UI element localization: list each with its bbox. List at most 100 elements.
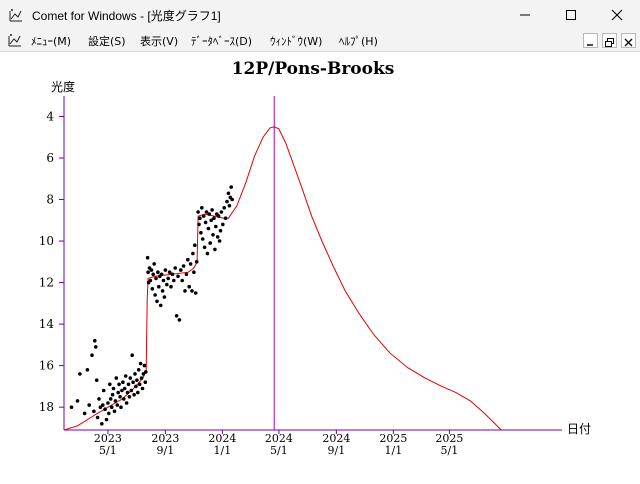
observation-point bbox=[181, 264, 186, 268]
observation-point bbox=[152, 262, 156, 266]
menu-help[interactable]: ﾍﾙﾌﾟ(H) bbox=[339, 33, 378, 49]
y-tick-label: 12 bbox=[39, 276, 54, 290]
observation-point bbox=[194, 260, 199, 264]
observation-point bbox=[100, 422, 104, 426]
menu-view[interactable]: 表示(V) bbox=[140, 33, 178, 49]
observation-point bbox=[208, 241, 212, 245]
observation-point bbox=[206, 226, 211, 231]
observation-point bbox=[146, 270, 150, 274]
x-tick-date-label: 9/1 bbox=[157, 444, 175, 457]
observation-point bbox=[109, 405, 114, 410]
menu-bar: ﾒﾆｭｰ(M) 設定(S) 表示(V) ﾃﾞｰﾀﾍﾞｰｽ(D) ｳｨﾝﾄﾞｳ(W… bbox=[0, 30, 640, 52]
observation-point bbox=[93, 338, 97, 343]
observation-points bbox=[69, 185, 234, 426]
observation-point bbox=[187, 284, 191, 289]
observation-point bbox=[132, 392, 136, 397]
observation-point bbox=[179, 268, 183, 272]
y-tick-label: 16 bbox=[39, 359, 54, 373]
observation-point bbox=[75, 399, 80, 403]
observation-point bbox=[201, 214, 206, 218]
observation-point bbox=[92, 409, 96, 414]
observation-point bbox=[229, 185, 233, 189]
observation-point bbox=[170, 272, 175, 277]
observation-point bbox=[85, 368, 90, 372]
observation-point bbox=[119, 405, 123, 410]
observation-point bbox=[117, 382, 121, 387]
observation-point bbox=[200, 206, 204, 210]
observation-point bbox=[116, 390, 120, 395]
child-close-button[interactable] bbox=[621, 33, 636, 48]
observation-point bbox=[180, 278, 184, 283]
child-restore-button[interactable] bbox=[602, 33, 617, 48]
observation-point bbox=[203, 220, 208, 225]
observation-point bbox=[213, 247, 217, 252]
observation-point bbox=[123, 374, 128, 378]
observation-point bbox=[222, 206, 226, 210]
window-title: Comet for Windows - [光度グラフ1] bbox=[32, 9, 221, 23]
observation-point bbox=[221, 222, 225, 227]
observation-point bbox=[163, 268, 168, 272]
observation-point bbox=[186, 257, 190, 262]
observation-point bbox=[136, 368, 141, 372]
observation-point bbox=[97, 397, 101, 401]
x-tick-date-label: 5/1 bbox=[99, 444, 117, 457]
document-system-menu-icon[interactable] bbox=[8, 33, 22, 47]
observation-point bbox=[177, 318, 182, 322]
observation-point bbox=[192, 270, 196, 274]
maximize-button[interactable] bbox=[548, 0, 594, 30]
observation-point bbox=[154, 276, 158, 281]
observation-point bbox=[144, 370, 148, 374]
y-tick-label: 4 bbox=[46, 109, 54, 123]
observation-point bbox=[172, 278, 176, 283]
chart-axes bbox=[63, 96, 562, 431]
close-icon bbox=[624, 38, 633, 47]
observation-point bbox=[107, 411, 111, 416]
observation-point bbox=[101, 388, 106, 393]
observation-point bbox=[140, 386, 145, 391]
observation-point bbox=[90, 353, 94, 358]
observation-point bbox=[217, 239, 222, 243]
observation-point bbox=[125, 390, 130, 395]
observation-point bbox=[230, 197, 234, 202]
menu-database[interactable]: ﾃﾞｰﾀﾍﾞｰｽ(D) bbox=[191, 33, 252, 49]
comet-app-icon[interactable] bbox=[9, 8, 23, 22]
observation-point bbox=[131, 380, 135, 385]
title-bar: Comet for Windows - [光度グラフ1] bbox=[0, 0, 640, 30]
minimize-button[interactable] bbox=[502, 0, 548, 30]
restore-icon bbox=[605, 38, 614, 47]
x-tick-date-label: 9/1 bbox=[328, 444, 346, 457]
observation-point bbox=[95, 415, 100, 420]
menu-window[interactable]: ｳｨﾝﾄﾞｳ(W) bbox=[270, 33, 322, 49]
observation-point bbox=[108, 397, 113, 401]
observation-point bbox=[108, 382, 112, 387]
child-minimize-button[interactable] bbox=[583, 33, 598, 48]
observation-point bbox=[111, 386, 116, 391]
observation-point bbox=[113, 399, 118, 403]
observation-point bbox=[214, 224, 218, 229]
observation-point bbox=[188, 262, 193, 266]
observation-point bbox=[166, 276, 170, 281]
observation-point bbox=[135, 378, 139, 383]
observation-point bbox=[129, 388, 134, 393]
observation-point bbox=[122, 386, 127, 391]
observation-point bbox=[176, 274, 180, 279]
observation-point bbox=[219, 210, 224, 214]
observation-point bbox=[190, 289, 194, 293]
menu-menu[interactable]: ﾒﾆｭｰ(M) bbox=[31, 33, 71, 49]
observation-point bbox=[145, 255, 150, 260]
observation-point bbox=[193, 243, 197, 247]
observation-point bbox=[78, 372, 82, 376]
observation-point bbox=[150, 287, 155, 291]
observation-point bbox=[169, 284, 173, 289]
chart-title: 12P/Pons-Brooks bbox=[232, 59, 395, 79]
observation-point bbox=[160, 289, 165, 293]
observation-point bbox=[103, 407, 107, 412]
observation-point bbox=[159, 272, 164, 277]
close-button[interactable] bbox=[594, 0, 640, 30]
observation-point bbox=[212, 216, 216, 220]
y-tick-label: 18 bbox=[39, 400, 54, 414]
observation-point bbox=[94, 345, 98, 349]
observation-point bbox=[148, 278, 153, 283]
menu-settings[interactable]: 設定(S) bbox=[88, 33, 126, 49]
observation-point bbox=[143, 380, 148, 385]
